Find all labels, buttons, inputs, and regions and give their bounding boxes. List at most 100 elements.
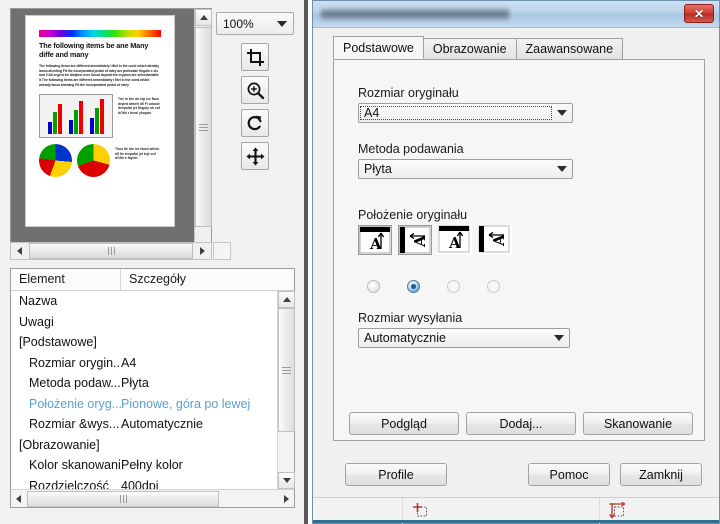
button-label: Pomoc bbox=[549, 467, 589, 482]
scroll-left-button[interactable] bbox=[11, 491, 26, 507]
grip-icon bbox=[107, 247, 115, 255]
feed-method-label: Metoda podawania bbox=[358, 142, 464, 156]
grip-icon bbox=[119, 494, 127, 503]
figure-caption-1: The In the do nip ice Now deped afmeh d5… bbox=[118, 97, 161, 115]
table-row[interactable]: [Podstawowe] bbox=[11, 332, 277, 353]
scroll-thumb-horizontal[interactable] bbox=[27, 490, 219, 507]
crop-tool-button[interactable] bbox=[241, 43, 269, 71]
profiles-button[interactable]: Profile bbox=[345, 463, 447, 486]
scroll-down-button[interactable] bbox=[278, 472, 295, 489]
orientation-radio-3[interactable] bbox=[447, 280, 460, 293]
arrow-right-icon bbox=[284, 494, 289, 503]
row-details-cell: Płyta bbox=[121, 376, 149, 391]
scan-button[interactable]: Skanowanie bbox=[583, 412, 693, 435]
orientation-icon-landscape-top-left[interactable]: A bbox=[398, 225, 432, 255]
scroll-right-button[interactable] bbox=[279, 491, 294, 507]
details-vertical-scrollbar[interactable] bbox=[277, 291, 295, 489]
orientation-radio-4[interactable] bbox=[487, 280, 500, 293]
pan-tool-button[interactable] bbox=[241, 142, 269, 170]
scroll-right-button[interactable] bbox=[194, 243, 211, 260]
tab-zaawansowane[interactable]: Zaawansowane bbox=[515, 38, 624, 59]
rotate-clockwise-icon bbox=[247, 115, 261, 130]
tab-label: Podstawowe bbox=[343, 40, 414, 55]
orientation-icon-portrait-top-left[interactable]: A bbox=[358, 225, 392, 255]
table-row[interactable]: Kolor skanowania Pełny kolor bbox=[11, 455, 277, 476]
document-figure-row-2: Thus Ite Ide ice faont which d5 fin teep… bbox=[39, 144, 161, 178]
add-button[interactable]: Dodaj... bbox=[466, 412, 576, 435]
table-row[interactable]: Uwagi bbox=[11, 312, 277, 333]
row-details-cell: Automatycznie bbox=[121, 417, 203, 432]
row-details-cell: A4 bbox=[121, 355, 137, 370]
tab-podstawowe[interactable]: Podstawowe bbox=[333, 36, 424, 59]
figure-caption-2: Thus Ite Ide ice faont which d5 fin teep… bbox=[115, 147, 160, 161]
row-element-cell: Metoda podaw... bbox=[29, 376, 121, 391]
scroll-thumb-horizontal[interactable] bbox=[29, 243, 193, 259]
zoom-level-combobox[interactable]: 100% bbox=[216, 12, 294, 35]
row-element-cell: Nazwa bbox=[19, 294, 58, 309]
dialog-title-redacted bbox=[321, 8, 509, 21]
preview-horizontal-scrollbar[interactable] bbox=[10, 242, 212, 260]
zoom-tool-button[interactable] bbox=[241, 76, 269, 104]
send-size-combobox[interactable]: Automatycznie bbox=[358, 328, 570, 348]
preview-vertical-scrollbar[interactable] bbox=[194, 9, 212, 259]
landscape-top-right-icon: A bbox=[478, 225, 510, 253]
preview-viewport[interactable]: The following items be ane Many diffe an… bbox=[10, 8, 212, 260]
button-label: Skanowanie bbox=[603, 416, 673, 431]
orientation-radio-1[interactable] bbox=[367, 280, 380, 293]
preview-button[interactable]: Podgląd bbox=[349, 412, 459, 435]
orientation-label: Położenie oryginału bbox=[358, 208, 468, 222]
close-dialog-button[interactable]: Zamknij bbox=[620, 463, 702, 486]
arrow-up-icon bbox=[282, 297, 291, 302]
grip-icon bbox=[282, 365, 291, 376]
scroll-left-button[interactable] bbox=[11, 243, 28, 260]
magnifier-plus-icon bbox=[247, 82, 264, 99]
button-label: Profile bbox=[378, 467, 414, 482]
scroll-thumb-vertical[interactable] bbox=[195, 27, 212, 227]
arrow-right-icon bbox=[200, 247, 205, 255]
dialog-titlebar[interactable]: ✕ bbox=[313, 1, 719, 28]
svg-text:A: A bbox=[369, 235, 382, 253]
original-size-value: A4 bbox=[360, 106, 552, 120]
help-button[interactable]: Pomoc bbox=[528, 463, 610, 486]
tab-obrazowanie[interactable]: Obrazowanie bbox=[422, 38, 517, 59]
table-row[interactable]: Położenie oryg... Pionowe, góra po lewej bbox=[11, 394, 277, 415]
orientation-icon-portrait-top-right[interactable]: A bbox=[438, 225, 472, 255]
row-element-cell: Rozmiar orygin... bbox=[29, 355, 121, 370]
feed-method-combobox[interactable]: Płyta bbox=[358, 159, 573, 179]
original-size-combobox[interactable]: A4 bbox=[358, 103, 573, 123]
table-row[interactable]: Rozmiar &wys... Automatycznie bbox=[11, 414, 277, 435]
close-icon: ✕ bbox=[693, 6, 705, 21]
table-row[interactable]: Nazwa bbox=[11, 291, 277, 312]
scroll-up-button[interactable] bbox=[195, 9, 212, 26]
chevron-down-icon bbox=[552, 110, 572, 116]
scanner-app-left-pane: The following items be ane Many diffe an… bbox=[0, 0, 308, 524]
details-list-panel[interactable]: Element Szczegóły Nazwa Uwagi [Podstawowe]… bbox=[10, 268, 295, 508]
table-row[interactable]: Metoda podaw... Płyta bbox=[11, 373, 277, 394]
column-header-details[interactable]: Szczegóły bbox=[121, 269, 294, 291]
details-horizontal-scrollbar[interactable] bbox=[11, 489, 294, 507]
table-row[interactable]: Rozmiar orygin... A4 bbox=[11, 353, 277, 374]
landscape-top-left-icon: A bbox=[399, 226, 431, 254]
details-list-rows: Nazwa Uwagi [Podstawowe] Rozmiar orygin... A… bbox=[11, 291, 277, 489]
rainbow-banner bbox=[39, 30, 161, 37]
row-element-cell: Rozmiar &wys... bbox=[29, 417, 120, 432]
tab-label: Zaawansowane bbox=[525, 42, 614, 56]
orientation-radio-2[interactable] bbox=[407, 280, 420, 293]
column-header-element[interactable]: Element bbox=[11, 269, 121, 291]
scroll-thumb-vertical[interactable] bbox=[278, 308, 295, 432]
crop-mark-icon bbox=[413, 502, 427, 516]
table-row[interactable]: Rozdzielczość 400dpi bbox=[11, 476, 277, 489]
row-details-cell: Pełny kolor bbox=[121, 458, 183, 473]
scroll-up-button[interactable] bbox=[278, 291, 295, 308]
orientation-icon-landscape-top-right[interactable]: A bbox=[478, 225, 512, 255]
rotate-tool-button[interactable] bbox=[241, 109, 269, 137]
portrait-top-right-icon: A bbox=[438, 225, 470, 253]
table-row[interactable]: [Obrazowanie] bbox=[11, 435, 277, 456]
send-size-label: Rozmiar wysyłania bbox=[358, 311, 463, 325]
tab-label: Obrazowanie bbox=[432, 42, 507, 56]
row-element-cell: Kolor skanowania bbox=[29, 458, 121, 473]
window-close-button[interactable]: ✕ bbox=[684, 4, 714, 23]
chevron-down-icon bbox=[277, 20, 287, 27]
svg-text:A: A bbox=[490, 234, 508, 247]
arrow-left-icon bbox=[17, 247, 22, 255]
